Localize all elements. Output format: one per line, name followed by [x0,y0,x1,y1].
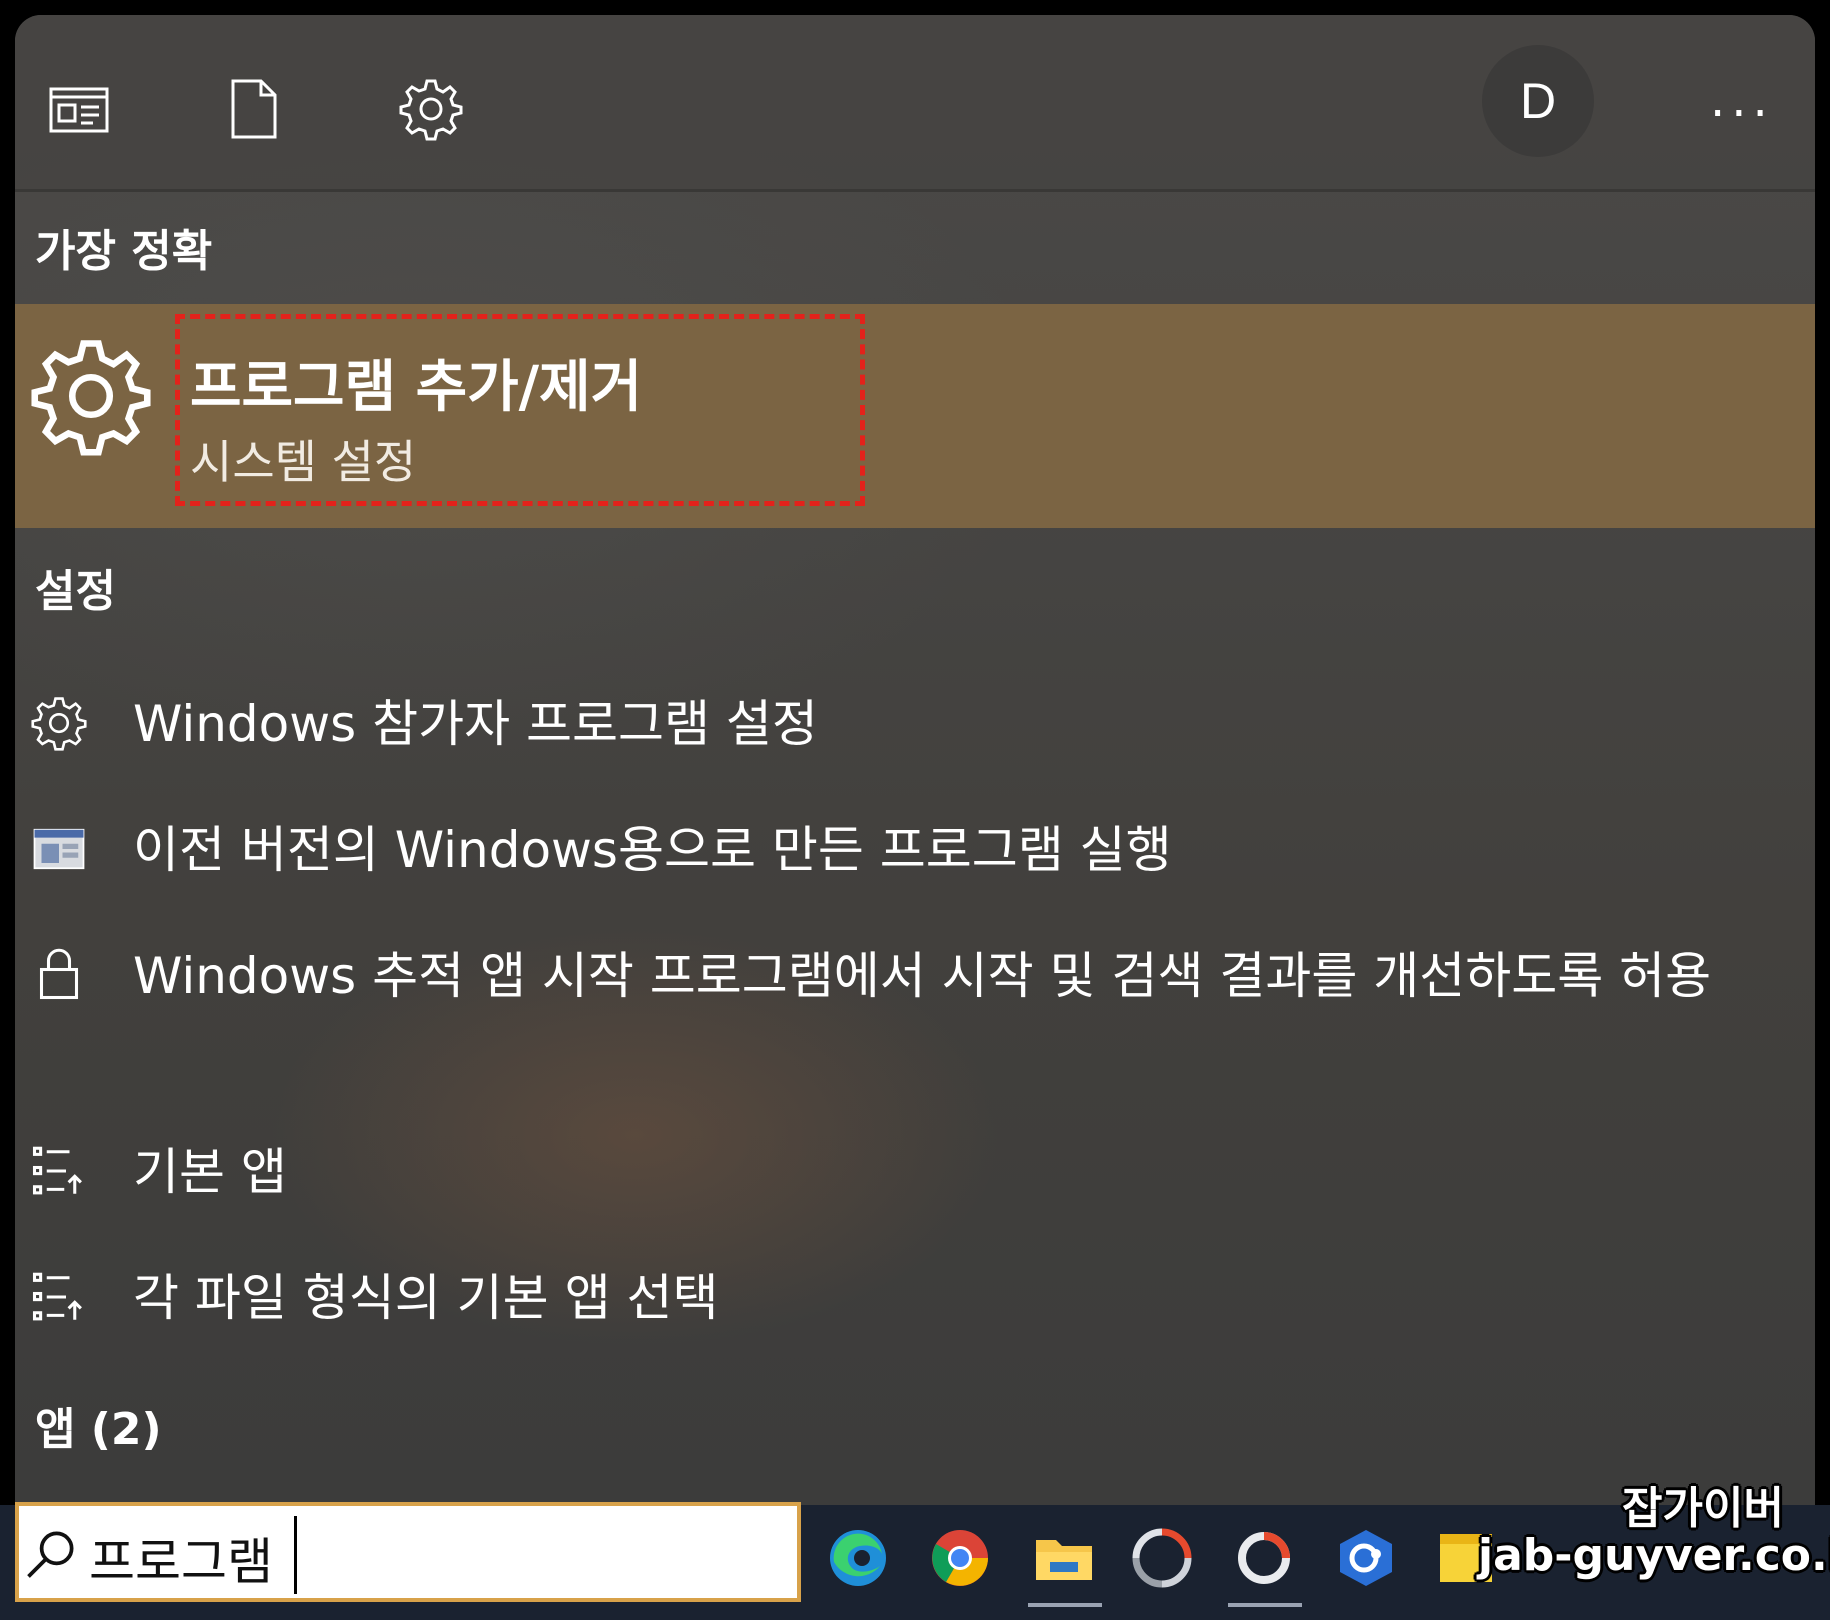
settings-heading: 설정 [35,566,116,617]
apps-heading: 앱 (2) [35,1404,162,1455]
settings-result-insider[interactable]: Windows 참가자 프로그램 설정 [15,685,1815,765]
search-icon [21,1524,81,1584]
screenshot-frame: D ... 가장 정확 프로그램 추가/제거 시스템 설정 설정 Windows… [0,0,1830,1620]
settings-result-filetype-apps[interactable]: 각 파일 형식의 기본 앱 선택 [15,1259,1815,1339]
best-match-item[interactable]: 프로그램 추가/제거 시스템 설정 [15,304,1815,528]
more-options-icon[interactable]: ... [1710,76,1774,124]
avatar[interactable]: D [1482,45,1594,157]
settings-result-label: Windows 참가자 프로그램 설정 [133,695,818,753]
settings-result-label: Windows 추적 앱 시작 프로그램에서 시작 및 검색 결과를 개선하도록… [133,947,1712,1005]
best-match-subtitle: 시스템 설정 [190,435,417,489]
search-query-text: 프로그램 [89,1533,273,1591]
settings-gear-icon [31,336,151,456]
legacy-window-icon [31,821,87,877]
settings-result-label: 이전 버전의 Windows용으로 만든 프로그램 실행 [133,821,1172,879]
watermark-name: 잡가이버 [1622,1483,1784,1534]
search-input[interactable]: 프로그램 [15,1502,801,1602]
default-apps-icon [31,1143,87,1199]
remote-app-icon[interactable] [1334,1526,1398,1590]
chrome-icon[interactable] [928,1526,992,1590]
settings-result-tracking[interactable]: Windows 추적 앱 시작 프로그램에서 시작 및 검색 결과를 개선하도록… [15,937,1815,1087]
gear-icon [31,695,87,751]
default-apps-icon [31,1269,87,1325]
news-icon[interactable] [47,77,111,141]
capture-app-icon[interactable] [1130,1526,1194,1590]
start-search-panel: D ... 가장 정확 프로그램 추가/제거 시스템 설정 설정 Windows… [15,15,1815,1505]
settings-result-label: 기본 앱 [133,1143,287,1201]
settings-result-compat[interactable]: 이전 버전의 Windows용으로 만든 프로그램 실행 [15,811,1815,891]
active-app-indicator [1028,1603,1102,1607]
file-explorer-icon[interactable] [1032,1526,1096,1590]
text-caret [294,1516,297,1594]
best-match-heading: 가장 정확 [35,226,213,277]
settings-gear-icon[interactable] [399,77,463,141]
edge-icon[interactable] [826,1526,890,1590]
settings-result-default-apps[interactable]: 기본 앱 [15,1133,1815,1213]
circle-app-icon[interactable] [1232,1526,1296,1590]
settings-result-label: 각 파일 형식의 기본 앱 선택 [133,1269,719,1327]
document-icon[interactable] [221,77,285,141]
lock-icon [31,945,87,1001]
search-top-toolbar: D ... [15,15,1815,192]
active-app-indicator [1228,1603,1302,1607]
watermark-url: jab-guyver.co.kr [1478,1530,1830,1581]
best-match-title: 프로그램 추가/제거 [190,355,643,420]
